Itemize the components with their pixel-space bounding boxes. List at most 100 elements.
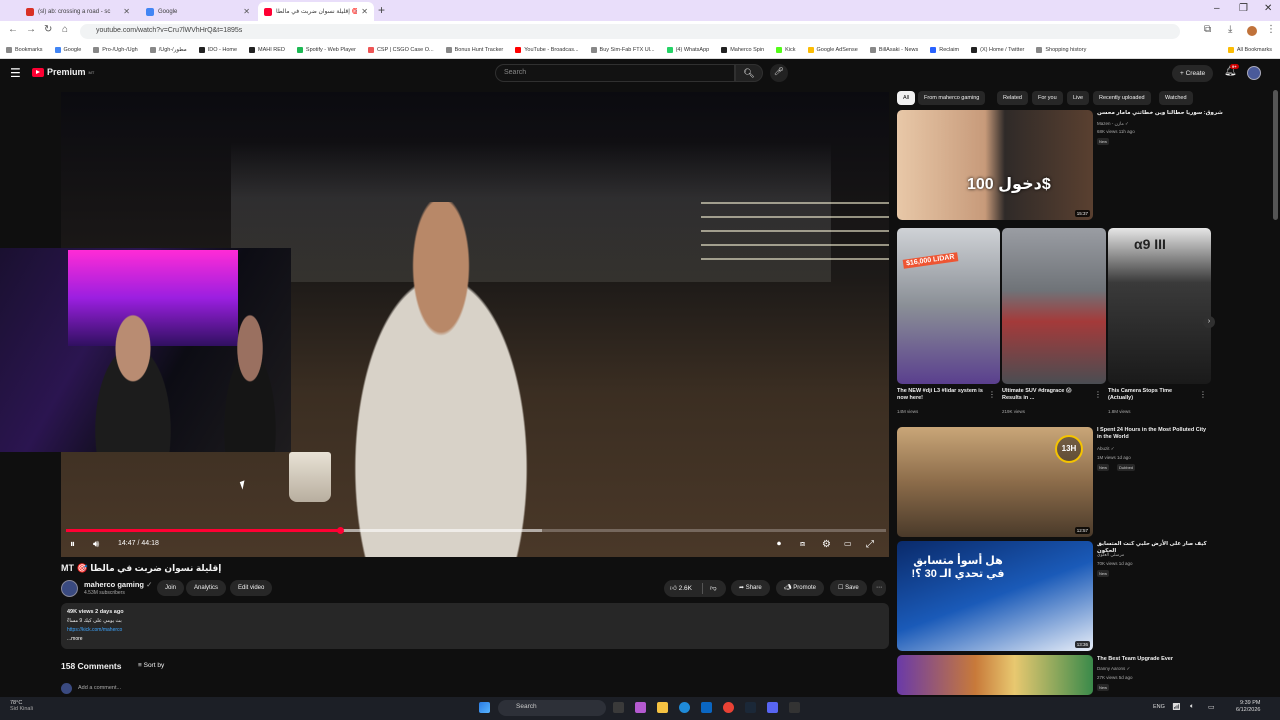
weather-widget[interactable]: 78°C Sid Kinali	[10, 700, 33, 712]
rec-thumbnail[interactable]: دخول 100$ 15:37	[897, 110, 1093, 220]
short-thumbnail-1[interactable]: $16,000 LIDAR	[897, 228, 1000, 384]
maximize-icon[interactable]: ❐	[1239, 3, 1248, 14]
rec-thumbnail[interactable]: هل أسوأ متسابق في تحدي الـ 30 ؟! 13:36	[897, 541, 1093, 651]
file-explorer-icon[interactable]	[657, 702, 668, 713]
description-link[interactable]: https://kick.com/maherco	[67, 627, 122, 633]
wifi-icon[interactable]: 📶︎	[1172, 703, 1181, 711]
rec-channel[interactable]: Abuzit ✓	[1097, 446, 1115, 452]
save-button[interactable]: ☐ Save	[830, 580, 867, 596]
profile-avatar[interactable]	[1247, 26, 1257, 36]
store-icon[interactable]	[701, 702, 712, 713]
chrome-icon[interactable]	[723, 702, 734, 713]
rec-channel[interactable]: مرسلي العلوي	[1097, 552, 1124, 558]
rec-thumbnail[interactable]	[897, 655, 1093, 695]
like-button[interactable]: 👍︎ 2.6K	[670, 580, 692, 597]
new-tab-icon[interactable]: +	[378, 3, 385, 17]
voice-search-button[interactable]: 🎤︎	[770, 64, 788, 82]
chip-from-channel[interactable]: From maherco gaming	[918, 91, 986, 105]
bookmark-item[interactable]: Bookmarks	[6, 47, 43, 53]
taskbar-search[interactable]: Search	[498, 700, 606, 716]
back-icon[interactable]: ←	[8, 24, 18, 35]
task-view-icon[interactable]	[613, 702, 624, 713]
discord-icon[interactable]	[767, 702, 778, 713]
bookmark-item[interactable]: Google	[54, 47, 81, 53]
bookmark-item[interactable]: Kick	[776, 47, 796, 53]
bookmark-item[interactable]: (4) WhatsApp	[666, 47, 709, 53]
analytics-button[interactable]: Analytics	[186, 580, 227, 596]
bookmark-item[interactable]: (X) Home / Twitter	[971, 47, 1024, 53]
rec-title[interactable]: I Spent 24 Hours in the Most Polluted Ci…	[1097, 427, 1207, 441]
close-icon[interactable]: ✕	[361, 7, 368, 16]
create-button[interactable]: + Create	[1172, 65, 1214, 82]
home-icon[interactable]: ⌂	[62, 24, 68, 35]
add-comment-input[interactable]: Add a comment...	[78, 685, 121, 691]
address-bar[interactable]: youtube.com/watch?v=Cru7lWVhHrQ&t=1895s	[80, 24, 1180, 39]
account-avatar[interactable]	[1247, 66, 1261, 80]
bookmark-item[interactable]: YouTube - Broadcas...	[515, 47, 579, 53]
sort-by-button[interactable]: ≡ Sort by	[138, 662, 164, 669]
more-actions-icon[interactable]: ⋯	[872, 580, 886, 596]
windows-start-icon[interactable]	[479, 702, 490, 713]
pause-button[interactable]: ⏸	[70, 539, 75, 550]
rec-title[interactable]: شروق: سوريا حطالنا وين خطاتني مامار محسن	[1097, 110, 1269, 117]
chip-live[interactable]: Live	[1067, 91, 1090, 105]
fullscreen-icon[interactable]: ⤢	[866, 539, 874, 550]
youtube-logo[interactable]: Premium MT	[32, 67, 94, 77]
chip-related[interactable]: Related	[997, 91, 1028, 105]
bookmark-item[interactable]: Shopping history	[1036, 47, 1086, 53]
chip-all[interactable]: All	[897, 91, 916, 105]
bookmark-item[interactable]: Google AdSense	[807, 47, 858, 53]
bookmark-item[interactable]: Spotify - Web Player	[296, 47, 356, 53]
edit-video-button[interactable]: Edit video	[230, 580, 273, 596]
more-options-icon[interactable]: ⋮	[988, 390, 996, 399]
more-options-icon[interactable]: ⋮	[1094, 390, 1102, 399]
search-button[interactable]: 🔍︎	[735, 64, 763, 82]
channel-name[interactable]: maherco gaming ✓	[84, 580, 152, 589]
chip-for-you[interactable]: For you	[1032, 91, 1063, 105]
notifications-bell-icon[interactable]: 🔔︎ 9+	[1224, 64, 1239, 77]
volume-icon[interactable]: 🔊︎	[93, 539, 99, 550]
obs-icon[interactable]	[789, 702, 800, 713]
taskbar-clock[interactable]: 9:39 PM 6/12/2026	[1236, 700, 1260, 714]
scrubber-handle[interactable]	[336, 527, 344, 534]
bookmark-item[interactable]: CSP | CSGO Case O...	[367, 47, 434, 53]
captions-icon[interactable]: ⧈	[800, 539, 805, 549]
bookmark-item[interactable]: BillAsaki - News	[869, 47, 918, 53]
join-button[interactable]: Join	[157, 580, 185, 596]
download-icon[interactable]: ⤓	[1228, 24, 1232, 35]
close-icon[interactable]: ✕	[123, 7, 130, 16]
reload-icon[interactable]: ↻	[44, 24, 52, 35]
copilot-icon[interactable]	[635, 702, 646, 713]
edge-icon[interactable]	[679, 702, 690, 713]
chip-watched[interactable]: Watched	[1159, 91, 1193, 105]
rec-title[interactable]: The Best Team Upgrade Ever	[1097, 656, 1227, 663]
close-window-icon[interactable]: ✕	[1264, 3, 1272, 14]
search-input[interactable]: Search	[495, 64, 735, 82]
rec-channel[interactable]: Danny Aarons ✓	[1097, 666, 1130, 672]
short-title[interactable]: The NEW #dji L3 #lidar system is now her…	[897, 388, 985, 402]
rec-thumbnail[interactable]: 13H 12:57	[897, 427, 1093, 537]
bookmark-item[interactable]: Buy Sim-Fab FTX Ul...	[590, 47, 655, 53]
rec-channel[interactable]: Mazen - مازن ✓	[1097, 121, 1129, 127]
show-more-link[interactable]: ...more	[67, 636, 83, 642]
miniplayer-icon[interactable]: ▭	[844, 539, 852, 548]
bookmark-item[interactable]: MAHI RED	[249, 47, 285, 53]
input-language[interactable]: ENG	[1153, 704, 1165, 710]
chevron-right-icon[interactable]: ›	[1203, 316, 1215, 328]
more-options-icon[interactable]: ⋮	[1199, 390, 1207, 399]
bookmark-item[interactable]: Bonus Hunt Tracker	[445, 47, 503, 53]
bookmark-item[interactable]: Pro-/Ugh-/Ugh	[93, 47, 138, 53]
browser-tab-1[interactable]: (sl) ab: crossing a road - sc ✕	[20, 2, 136, 21]
bookmark-item[interactable]: IDO - Home	[198, 47, 237, 53]
short-thumbnail-3[interactable]: α9 III	[1108, 228, 1211, 384]
forward-icon[interactable]: →	[26, 24, 36, 35]
short-title[interactable]: This Camera Stops Time (Actually)	[1108, 388, 1196, 402]
promote-button[interactable]: 📣︎ Promote	[776, 580, 824, 596]
dislike-icon[interactable]: 👎︎	[710, 580, 717, 597]
scrollbar[interactable]	[1273, 90, 1278, 220]
speaker-icon[interactable]: 🔈︎	[1190, 703, 1194, 711]
battery-icon[interactable]: ▭	[1208, 703, 1215, 711]
browser-tab-3[interactable]: إقليلة نسوان ضربت في مالطا 🎯 ✕	[258, 2, 374, 21]
share-button[interactable]: ➦ Share	[731, 580, 770, 596]
hamburger-menu-icon[interactable]: ☰	[10, 66, 21, 80]
